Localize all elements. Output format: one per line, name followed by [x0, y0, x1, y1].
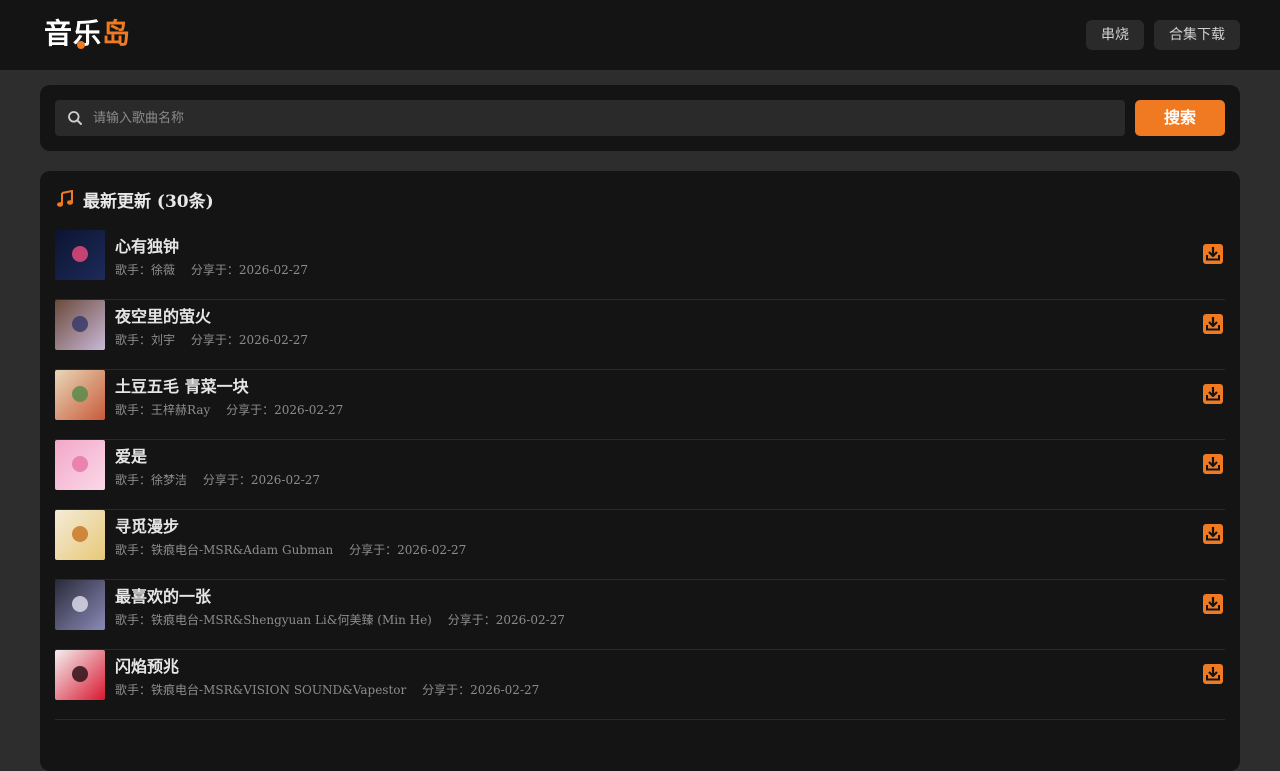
song-row[interactable]: 心有独钟 歌手：徐薇 分享于：2026-02-27: [55, 230, 1225, 300]
download-icon[interactable]: [1202, 593, 1224, 615]
singer-prefix: 歌手：: [115, 543, 152, 557]
medley-button[interactable]: 串烧: [1086, 20, 1144, 50]
music-note-dot-icon: [77, 41, 86, 49]
download-icon[interactable]: [1202, 313, 1224, 335]
song-title[interactable]: 闪焰预兆: [115, 653, 179, 677]
logo-char-1: 音: [44, 17, 74, 50]
singer-name: 铁痕电台-MSR&VISION SOUND&Vapestor: [151, 683, 407, 697]
shared-prefix: 分享于：: [202, 473, 251, 487]
album-cover[interactable]: [55, 370, 105, 420]
song-title[interactable]: 夜空里的萤火: [115, 303, 211, 327]
song-list: 心有独钟 歌手：徐薇 分享于：2026-02-27 夜空里的萤火 歌手：刘宇 分…: [55, 230, 1225, 720]
shared-prefix: 分享于：: [190, 333, 239, 347]
music-note-icon: [57, 190, 73, 207]
singer-prefix: 歌手：: [115, 263, 152, 277]
shared-prefix: 分享于：: [422, 683, 471, 697]
search-box[interactable]: [55, 100, 1125, 136]
shared-date: 2026-02-27: [238, 263, 309, 277]
top-bar: 音 乐 岛 串烧 合集下载: [0, 0, 1280, 70]
shared-date: 2026-02-27: [250, 473, 321, 487]
song-row[interactable]: 最喜欢的一张 歌手：铁痕电台-MSR&Shengyuan Li&何美臻 (Min…: [55, 580, 1225, 650]
logo-char-2: 乐: [73, 17, 103, 50]
search-icon: [68, 111, 82, 125]
song-row[interactable]: 夜空里的萤火 歌手：刘宇 分享于：2026-02-27: [55, 300, 1225, 370]
song-meta: 歌手：徐梦洁 分享于：2026-02-27: [115, 471, 320, 488]
site-logo[interactable]: 音 乐 岛: [44, 14, 131, 50]
album-cover[interactable]: [55, 580, 105, 630]
shared-prefix: 分享于：: [349, 543, 398, 557]
shared-date: 2026-02-27: [274, 403, 344, 417]
download-icon[interactable]: [1202, 523, 1224, 545]
song-meta: 歌手：铁痕电台-MSR&Adam Gubman 分享于：2026-02-27: [115, 541, 466, 558]
shared-date: 2026-02-27: [238, 333, 309, 347]
shared-prefix: 分享于：: [447, 613, 496, 627]
shared-prefix: 分享于：: [226, 403, 275, 417]
song-meta: 歌手：铁痕电台-MSR&VISION SOUND&Vapestor 分享于：20…: [115, 681, 539, 698]
search-button[interactable]: 搜索: [1135, 100, 1225, 136]
logo-char-3: 岛: [102, 17, 132, 50]
singer-name: 徐梦洁: [151, 473, 188, 487]
song-title[interactable]: 最喜欢的一张: [115, 583, 211, 607]
song-meta: 歌手：徐薇 分享于：2026-02-27: [115, 261, 308, 278]
singer-prefix: 歌手：: [115, 473, 152, 487]
singer-name: 徐薇: [151, 263, 176, 277]
download-icon[interactable]: [1202, 383, 1224, 405]
shared-date: 2026-02-27: [470, 683, 540, 697]
album-cover[interactable]: [55, 440, 105, 490]
song-title[interactable]: 心有独钟: [115, 233, 179, 257]
download-icon[interactable]: [1202, 663, 1224, 685]
singer-name: 铁痕电台-MSR&Adam Gubman: [151, 543, 334, 557]
song-row[interactable]: 寻觅漫步 歌手：铁痕电台-MSR&Adam Gubman 分享于：2026-02…: [55, 510, 1225, 580]
song-title[interactable]: 土豆五毛 青菜一块: [115, 373, 249, 397]
shared-date: 2026-02-27: [397, 543, 467, 557]
album-cover[interactable]: [55, 650, 105, 700]
list-header: 最新更新 (30条): [56, 187, 214, 212]
singer-prefix: 歌手：: [115, 613, 152, 627]
song-row[interactable]: 爱是 歌手：徐梦洁 分享于：2026-02-27: [55, 440, 1225, 510]
song-title[interactable]: 寻觅漫步: [115, 513, 179, 537]
latest-updates-panel: 最新更新 (30条) 心有独钟 歌手：徐薇 分享于：2026-02-27 夜空里…: [40, 171, 1240, 771]
singer-prefix: 歌手：: [115, 333, 152, 347]
list-title: 最新更新 (30条): [83, 191, 214, 212]
singer-prefix: 歌手：: [115, 403, 152, 417]
singer-name: 刘宇: [151, 333, 176, 347]
download-icon[interactable]: [1202, 453, 1224, 475]
song-meta: 歌手：王梓赫Ray 分享于：2026-02-27: [115, 401, 343, 418]
singer-name: 铁痕电台-MSR&Shengyuan Li&何美臻 (Min He): [151, 613, 432, 627]
song-meta: 歌手：铁痕电台-MSR&Shengyuan Li&何美臻 (Min He) 分享…: [115, 611, 565, 628]
album-cover[interactable]: [55, 300, 105, 350]
singer-name: 王梓赫Ray: [151, 403, 211, 417]
album-cover[interactable]: [55, 230, 105, 280]
song-meta: 歌手：刘宇 分享于：2026-02-27: [115, 331, 308, 348]
collection-download-button[interactable]: 合集下载: [1154, 20, 1240, 50]
song-row[interactable]: 闪焰预兆 歌手：铁痕电台-MSR&VISION SOUND&Vapestor 分…: [55, 650, 1225, 720]
search-panel: 搜索: [40, 85, 1240, 151]
album-cover[interactable]: [55, 510, 105, 560]
shared-date: 2026-02-27: [495, 613, 565, 627]
singer-prefix: 歌手：: [115, 683, 152, 697]
shared-prefix: 分享于：: [190, 263, 239, 277]
song-row[interactable]: 土豆五毛 青菜一块 歌手：王梓赫Ray 分享于：2026-02-27: [55, 370, 1225, 440]
search-input[interactable]: [93, 100, 1113, 136]
song-title[interactable]: 爱是: [115, 443, 147, 467]
download-icon[interactable]: [1202, 243, 1224, 265]
